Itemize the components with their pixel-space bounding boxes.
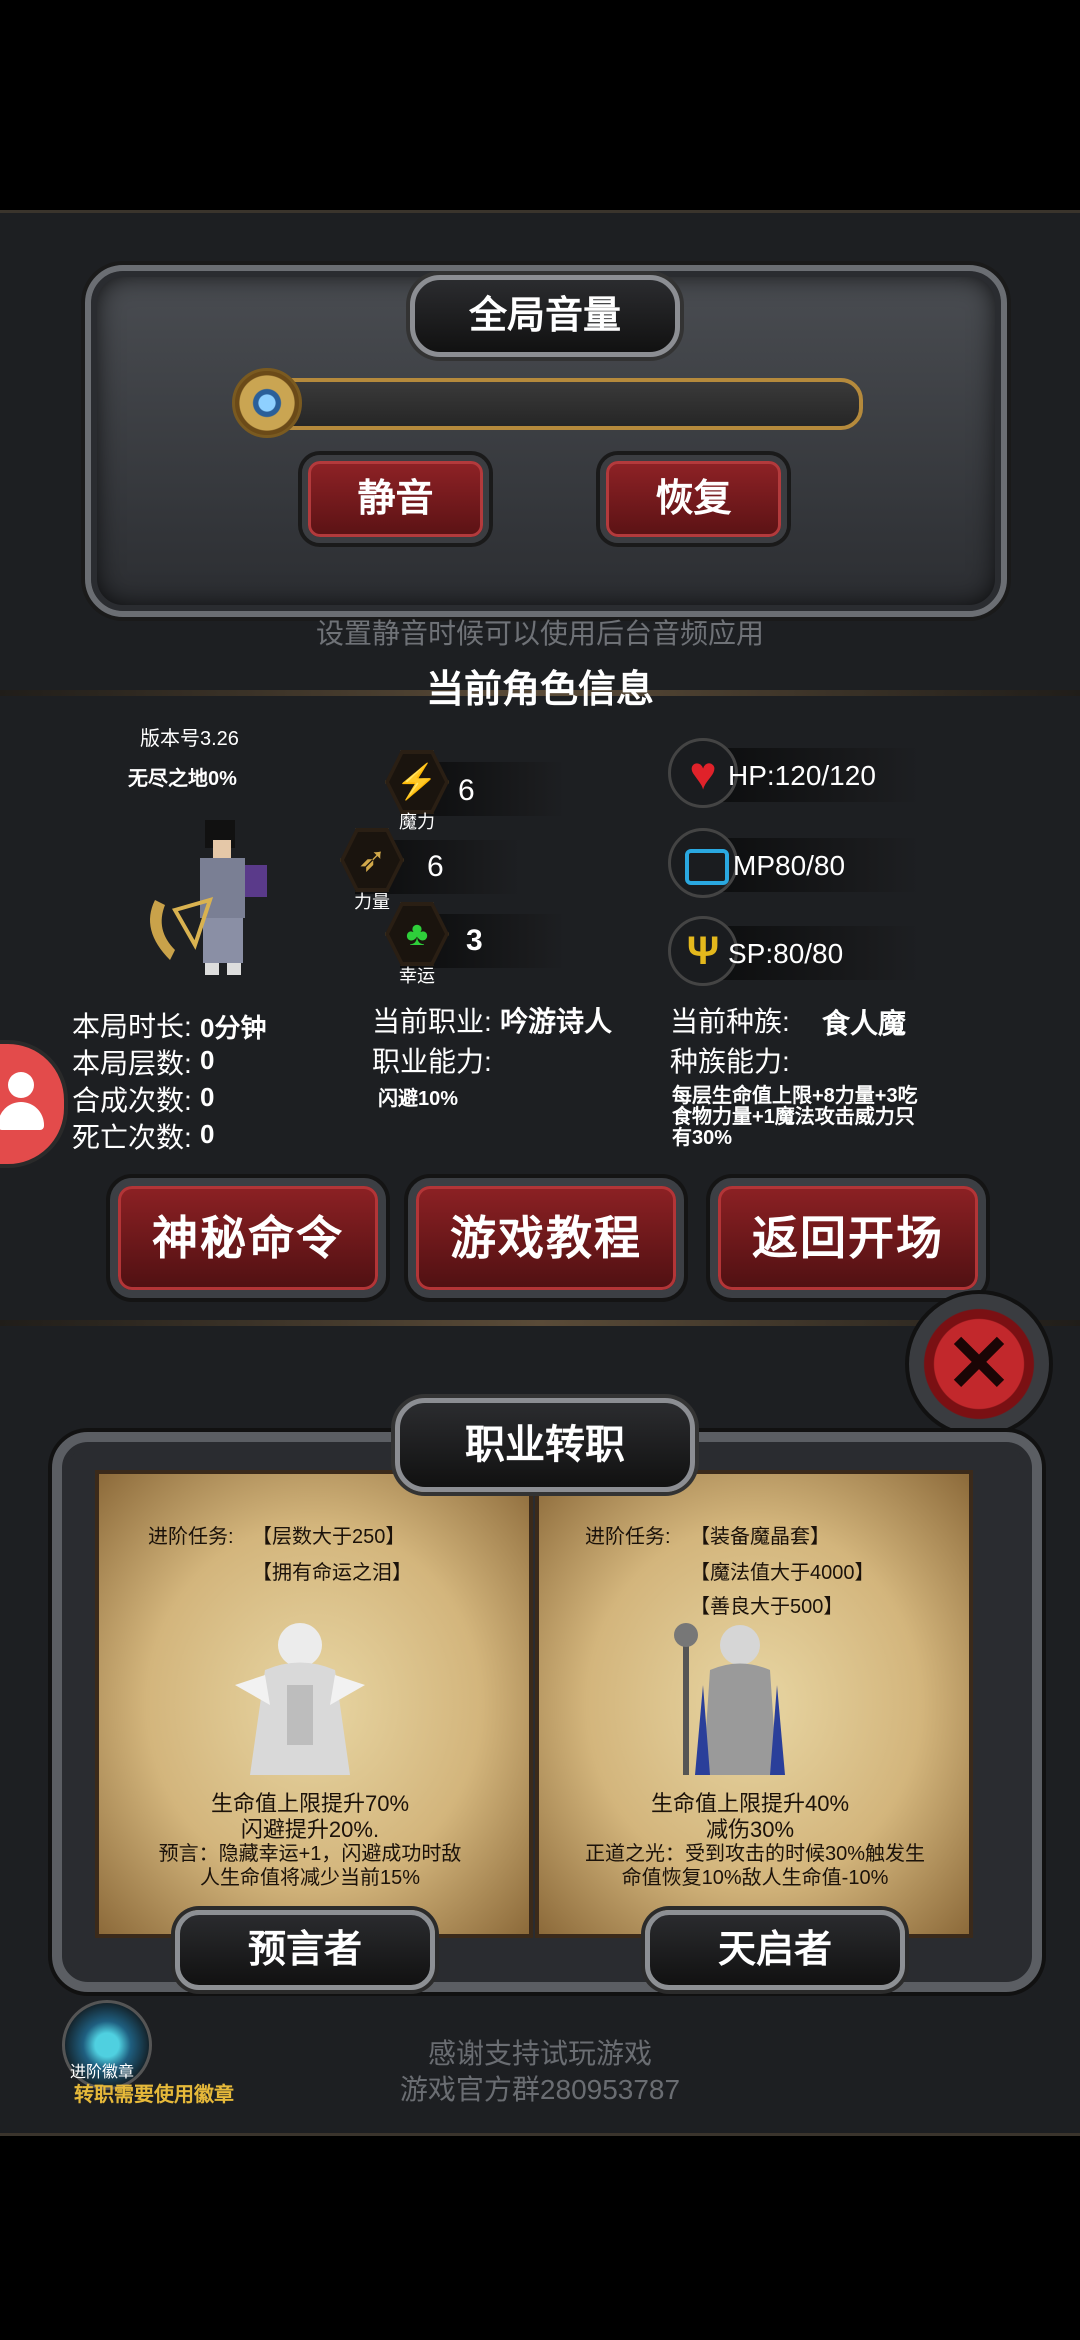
left-bonus-2: 闪避提升20%. xyxy=(240,1817,380,1842)
volume-title: 全局音量 xyxy=(410,275,680,357)
job-change-title: 职业转职 xyxy=(395,1398,695,1492)
volume-slider-knob[interactable] xyxy=(232,368,302,438)
craft-value: 0 xyxy=(200,1082,215,1112)
floors-label: 本局层数: xyxy=(72,1048,192,1079)
left-task-2: 【拥有命运之泪】 xyxy=(252,1562,412,1584)
race-value: 食人魔 xyxy=(822,1008,907,1039)
user-icon xyxy=(8,1072,34,1098)
mute-hint: 设置静音时候可以使用后台音频应用 xyxy=(315,618,764,649)
back-to-start-button[interactable]: 返回开场 xyxy=(710,1178,986,1298)
close-icon: ✕ xyxy=(945,1319,1013,1408)
right-description: 正道之光：受到攻击的时候30%触发生命值恢复10%敌人生命值-10% xyxy=(584,1843,926,1889)
race-ability-value: 每层生命值上限+8力量+3吃食物力量+1魔法攻击威力只有30% xyxy=(672,1085,918,1149)
tutorial-button[interactable]: 游戏教程 xyxy=(408,1178,684,1298)
play-time-value: 0分钟 xyxy=(200,1013,267,1043)
bow-icon: ➶ xyxy=(344,832,400,888)
prophet-sprite xyxy=(225,1615,375,1780)
left-task-1: 【层数大于250】 xyxy=(252,1526,406,1548)
secret-command-button[interactable]: 神秘命令 xyxy=(110,1178,386,1298)
magic-value: 6 xyxy=(458,774,475,807)
race-label: 当前种族: xyxy=(670,1006,790,1037)
job-ability-label: 职业能力: xyxy=(372,1046,492,1077)
version-label: 版本号3.26 xyxy=(140,728,239,750)
strength-label: 力量 xyxy=(354,892,390,912)
right-bonus-2: 减伤30% xyxy=(705,1817,795,1842)
user-icon-body xyxy=(0,1102,44,1130)
job-ability-value: 闪避10% xyxy=(378,1088,459,1110)
race-ability-label: 种族能力: xyxy=(670,1046,790,1077)
close-button[interactable]: ✕ xyxy=(905,1290,1053,1438)
mute-button[interactable]: 静音 xyxy=(302,455,489,543)
luck-label: 幸运 xyxy=(399,966,435,986)
magic-label: 魔力 xyxy=(399,812,435,832)
volume-slider[interactable] xyxy=(265,378,863,430)
apocalypse-button[interactable]: 天启者 xyxy=(645,1910,905,1990)
apocalypse-sprite xyxy=(665,1615,815,1780)
thanks-text: 感谢支持试玩游戏 xyxy=(427,2038,652,2069)
right-task-2: 【魔法值大于4000】 xyxy=(690,1562,875,1584)
death-label: 死亡次数: xyxy=(72,1122,192,1153)
bard-character-sprite xyxy=(135,810,295,985)
right-task-label: 进阶任务: xyxy=(585,1526,671,1548)
left-task-label: 进阶任务: xyxy=(148,1526,234,1548)
mp-value: MP80/80 xyxy=(733,850,846,881)
job-value: 吟游诗人 xyxy=(500,1006,613,1037)
clover-icon: ♣ xyxy=(389,906,445,962)
restore-button[interactable]: 恢复 xyxy=(600,455,787,543)
right-task-1: 【装备魔晶套】 xyxy=(690,1526,830,1548)
character-info-title: 当前角色信息 xyxy=(425,669,654,711)
play-time-label: 本局时长: xyxy=(72,1011,192,1042)
job-label: 当前职业: xyxy=(372,1006,492,1037)
left-description: 预言：隐藏幸运+1，闪避成功时敌人生命值将减少当前15% xyxy=(158,1843,462,1889)
hp-value: HP:120/120 xyxy=(728,760,876,791)
sp-value: SP:80/80 xyxy=(728,938,844,969)
lightning-icon: ⚡ xyxy=(389,754,445,810)
luck-value: 3 xyxy=(466,924,483,957)
death-value: 0 xyxy=(200,1119,215,1149)
prophet-button[interactable]: 预言者 xyxy=(175,1910,435,1990)
endless-progress: 无尽之地0% xyxy=(128,768,237,790)
floors-value: 0 xyxy=(200,1045,215,1075)
potion-icon xyxy=(668,828,738,898)
strength-value: 6 xyxy=(427,850,444,883)
official-group-text: 游戏官方群280953787 xyxy=(399,2074,681,2105)
craft-label: 合成次数: xyxy=(72,1085,192,1116)
